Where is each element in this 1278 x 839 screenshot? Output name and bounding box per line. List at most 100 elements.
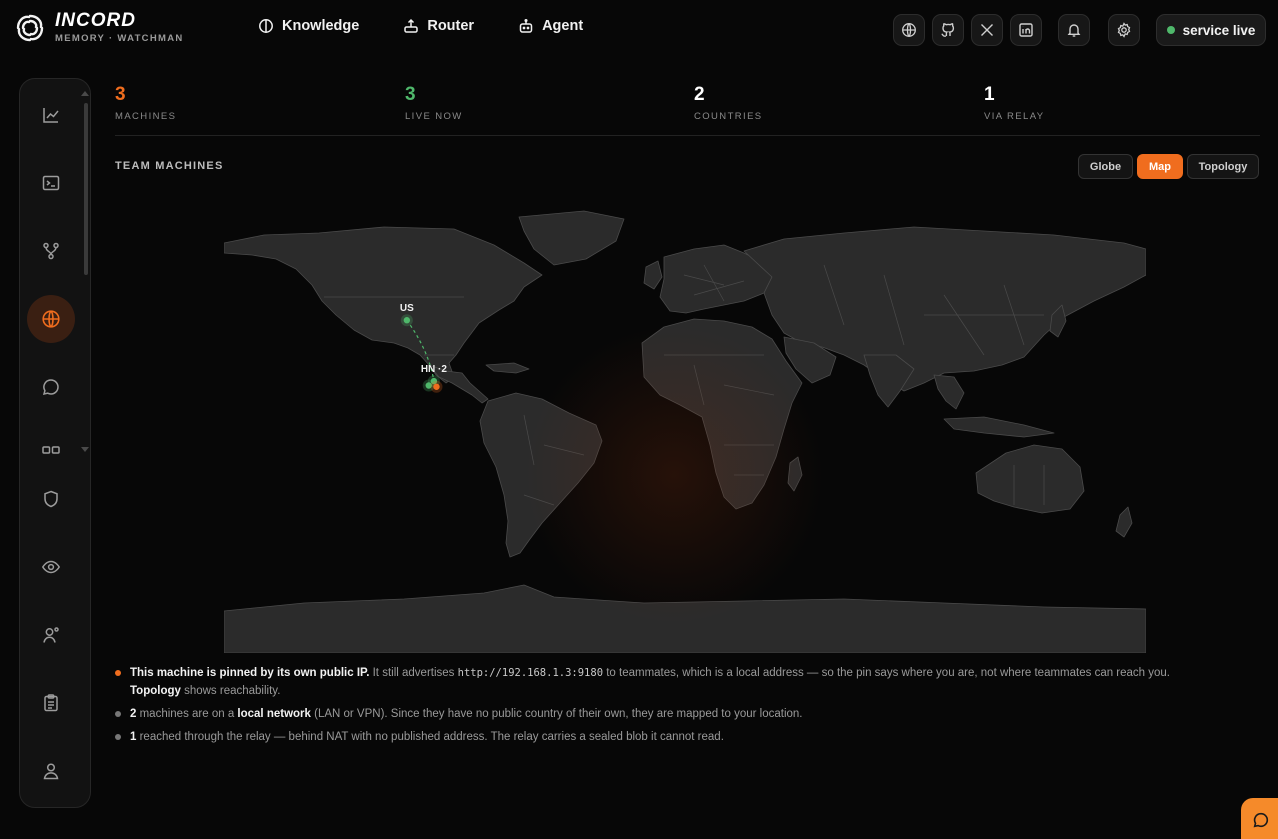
chart-line-icon bbox=[43, 108, 59, 123]
sidebar-item-user-settings[interactable] bbox=[27, 611, 75, 659]
globe-button[interactable] bbox=[893, 14, 925, 46]
linkedin-button[interactable] bbox=[1010, 14, 1042, 46]
sidebar-scrollbar[interactable] bbox=[84, 103, 88, 275]
note-local-network: 2 machines are on a local network (LAN o… bbox=[115, 705, 1235, 723]
git-branch-icon bbox=[43, 242, 59, 260]
continent-north-america bbox=[223, 226, 543, 384]
stat-countries-value: 2 bbox=[694, 84, 705, 105]
sidebar-item-branches[interactable] bbox=[27, 227, 75, 275]
region-southeast-asia bbox=[933, 374, 965, 410]
note-text: shows reachability. bbox=[180, 685, 281, 697]
nav-agent[interactable]: Agent bbox=[518, 18, 583, 34]
sidebar-item-analytics[interactable] bbox=[27, 91, 75, 139]
brand-swirl-logo bbox=[16, 14, 44, 42]
sidebar-item-shield[interactable] bbox=[27, 475, 75, 523]
note-text: reached through the relay — behind NAT w… bbox=[136, 731, 724, 743]
status-dot bbox=[1166, 26, 1175, 34]
service-status-label: service live bbox=[1182, 22, 1256, 38]
router-icon bbox=[404, 18, 419, 33]
note-text: (LAN or VPN). Since they have no public … bbox=[310, 708, 803, 720]
sidebar-item-terminal[interactable] bbox=[27, 159, 75, 207]
stat-via-relay: 1 VIA RELAY bbox=[984, 84, 1044, 122]
chat-icon bbox=[42, 379, 59, 395]
top-bar: INCORD MEMORY · WATCHMAN Knowledge Route… bbox=[0, 0, 1278, 60]
view-globe-button[interactable]: Globe bbox=[1078, 154, 1133, 179]
note-text: machines are on a bbox=[136, 708, 238, 720]
map-pin-label: HN ·2 bbox=[421, 364, 448, 375]
sidebar-item-profile[interactable] bbox=[27, 747, 75, 795]
brand-subtitle: MEMORY · WATCHMAN bbox=[55, 33, 184, 44]
clipboard-icon bbox=[44, 694, 58, 712]
settings-icon bbox=[1117, 22, 1131, 38]
continent-australia bbox=[975, 444, 1085, 514]
robot-icon bbox=[519, 18, 533, 33]
view-topology-button[interactable]: Topology bbox=[1187, 154, 1259, 179]
view-map-button[interactable]: Map bbox=[1137, 154, 1183, 179]
notifications-button[interactable] bbox=[1058, 14, 1090, 46]
machine-notes: This machine is pinned by its own public… bbox=[115, 664, 1235, 751]
stat-via-relay-value: 1 bbox=[984, 84, 995, 105]
advertised-address: http://192.168.1.3:9180 bbox=[457, 667, 604, 679]
world-map[interactable]: US HN ·2 bbox=[223, 205, 1147, 654]
note-relay: 1 reached through the relay — behind NAT… bbox=[115, 728, 1235, 746]
stat-machines: 3 MACHINES bbox=[115, 84, 176, 122]
nav-knowledge[interactable]: Knowledge bbox=[258, 18, 359, 34]
landmass-greenland bbox=[518, 210, 625, 266]
sidebar-scroll-up[interactable] bbox=[81, 91, 89, 96]
x-button[interactable] bbox=[971, 14, 1003, 46]
sidebar-scroll-down[interactable] bbox=[81, 447, 89, 452]
terminal-icon bbox=[42, 175, 60, 191]
user-icon bbox=[43, 763, 59, 780]
note-topology-link[interactable]: Topology bbox=[130, 685, 181, 697]
stat-machines-value: 3 bbox=[115, 84, 126, 105]
sidebar-item-clipboard[interactable] bbox=[27, 679, 75, 727]
x-icon bbox=[981, 24, 993, 36]
note-text: to teammates, which is a local address —… bbox=[603, 667, 1171, 679]
region-caribbean bbox=[485, 362, 530, 374]
grid-icon bbox=[42, 446, 60, 454]
stat-live-now-value: 3 bbox=[405, 84, 416, 105]
landmass-british-isles bbox=[643, 260, 663, 290]
eye-icon bbox=[41, 560, 61, 574]
brand-name: INCORD bbox=[55, 10, 136, 31]
note-public-ip: This machine is pinned by its own public… bbox=[115, 664, 1235, 700]
team-machines-title: TEAM MACHINES bbox=[115, 160, 224, 172]
nav-agent-label: Agent bbox=[542, 18, 584, 34]
service-status-pill[interactable]: service live bbox=[1156, 14, 1266, 46]
sidebar-item-globe[interactable] bbox=[27, 295, 75, 343]
note-bullet bbox=[115, 711, 121, 717]
stat-via-relay-label: VIA RELAY bbox=[984, 111, 1045, 122]
globe-icon bbox=[902, 23, 916, 37]
sidebar-item-apps[interactable] bbox=[27, 426, 75, 474]
shield-icon bbox=[44, 490, 58, 508]
note-bullet bbox=[115, 670, 121, 676]
stat-machines-label: MACHINES bbox=[115, 111, 177, 122]
stat-live-now: 3 LIVE NOW bbox=[405, 84, 463, 122]
chat-icon bbox=[1253, 812, 1269, 828]
map-pin-self[interactable] bbox=[433, 383, 440, 390]
sidebar-item-watch[interactable] bbox=[27, 543, 75, 591]
github-button[interactable] bbox=[932, 14, 964, 46]
map-pin[interactable] bbox=[403, 317, 411, 324]
settings-button[interactable] bbox=[1108, 14, 1140, 46]
main-nav: Knowledge Router Agent bbox=[258, 18, 627, 34]
nav-router[interactable]: Router bbox=[403, 18, 474, 34]
sidebar bbox=[19, 78, 91, 808]
stat-countries-label: COUNTRIES bbox=[694, 111, 763, 122]
chat-fab-button[interactable] bbox=[1241, 798, 1278, 839]
brand[interactable]: INCORD MEMORY · WATCHMAN bbox=[15, 10, 184, 44]
sidebar-item-chat[interactable] bbox=[27, 363, 75, 411]
region-indian-subcontinent bbox=[863, 354, 915, 408]
stat-live-now-label: LIVE NOW bbox=[405, 111, 463, 122]
user-gear-icon bbox=[43, 627, 59, 643]
nav-router-label: Router bbox=[427, 18, 475, 34]
stat-countries: 2 COUNTRIES bbox=[694, 84, 763, 122]
brain-icon bbox=[259, 19, 273, 33]
linkedin-icon bbox=[1019, 23, 1033, 37]
bell-icon bbox=[1067, 24, 1081, 37]
note-bullet bbox=[115, 734, 121, 740]
stats-row: 3 MACHINES 3 LIVE NOW 2 COUNTRIES 1 VIA … bbox=[115, 84, 1260, 136]
note-strong: This machine is pinned by its own public… bbox=[130, 667, 370, 679]
landmass-new-zealand bbox=[1115, 506, 1133, 538]
nav-knowledge-label: Knowledge bbox=[282, 18, 360, 34]
